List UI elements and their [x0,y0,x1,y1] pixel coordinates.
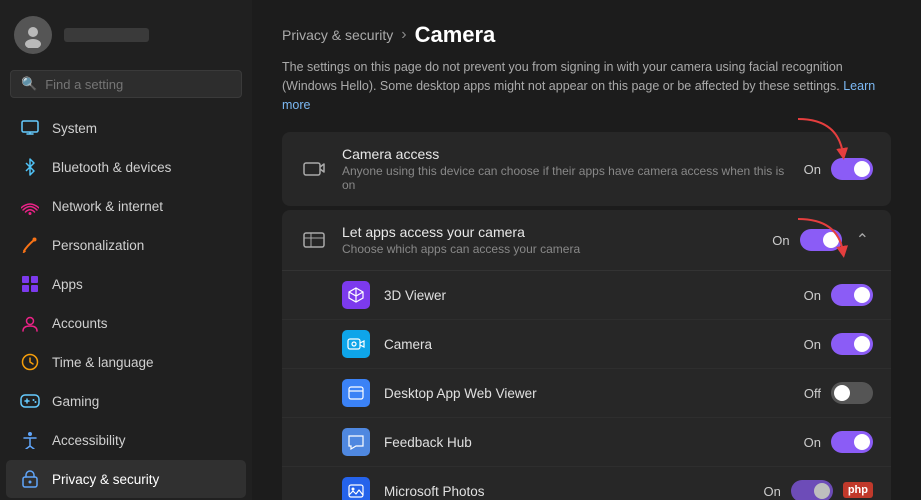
app-toggle-microsoft-photos[interactable] [791,480,833,500]
app-toggle-feedback-hub[interactable] [831,431,873,453]
app-state-feedback-hub: On [804,435,821,450]
app-name-desktop-web-viewer: Desktop App Web Viewer [384,386,790,401]
app-name-feedback-hub: Feedback Hub [384,435,790,450]
app-item-camera: Camera On [282,319,891,368]
network-icon [20,196,40,216]
sidebar-item-bluetooth[interactable]: Bluetooth & devices [6,148,246,186]
expanded-apps-list: 3D Viewer On Camera [282,270,891,500]
app-name-microsoft-photos: Microsoft Photos [384,484,749,499]
bluetooth-icon [20,157,40,177]
microsoft-photos-icon [342,477,370,500]
let-apps-state: On [772,233,789,248]
info-text: The settings on this page do not prevent… [282,58,882,114]
sidebar-item-apps[interactable]: Apps [6,265,246,303]
sidebar-item-accessibility-label: Accessibility [52,433,126,448]
app-state-microsoft-photos: On [763,484,780,499]
sidebar-item-time-label: Time & language [52,355,154,370]
camera-access-card: Camera access Anyone using this device c… [282,132,891,206]
camera-access-title: Camera access [342,146,790,162]
app-state-camera: On [804,337,821,352]
search-bar[interactable]: 🔍 [10,70,242,98]
sidebar-item-gaming[interactable]: Gaming [6,382,246,420]
let-apps-title: Let apps access your camera [342,224,758,240]
gaming-icon [20,391,40,411]
camera-access-state: On [804,162,821,177]
app-item-3d-viewer: 3D Viewer On [282,271,891,319]
sidebar-item-accounts-label: Accounts [52,316,108,331]
account-icon [20,313,40,333]
avatar [14,16,52,54]
let-apps-expand-button[interactable]: ⌃ [852,228,873,252]
nav-list: System Bluetooth & devices Network & in [0,108,252,500]
app-toggle-desktop-web-viewer[interactable] [831,382,873,404]
camera-access-icon [300,155,328,183]
camera-access-toggle[interactable] [831,158,873,180]
search-input[interactable] [45,77,231,92]
let-apps-card: Let apps access your camera Choose which… [282,210,891,500]
app-toggle-camera[interactable] [831,333,873,355]
apps-icon [20,274,40,294]
app-name-3d-viewer: 3D Viewer [384,288,790,303]
app-item-microsoft-photos: Microsoft Photos On php [282,466,891,500]
camera-access-row[interactable]: Camera access Anyone using this device c… [282,132,891,206]
main-content: Privacy & security › Camera The settings… [252,0,921,500]
sidebar-item-network-label: Network & internet [52,199,163,214]
app-name-camera: Camera [384,337,790,352]
breadcrumb: Privacy & security › Camera [282,22,891,48]
sidebar-item-privacy-label: Privacy & security [52,472,159,487]
sidebar-item-time[interactable]: Time & language [6,343,246,381]
breadcrumb-parent[interactable]: Privacy & security [282,27,393,43]
time-icon [20,352,40,372]
privacy-icon [20,469,40,489]
accessibility-icon [20,430,40,450]
sidebar-item-system-label: System [52,121,97,136]
3d-viewer-icon [342,281,370,309]
camera-app-icon [342,330,370,358]
brush-icon [20,235,40,255]
let-apps-icon [300,226,328,254]
app-state-desktop-web-viewer: Off [804,386,821,401]
sidebar-item-system[interactable]: System [6,109,246,147]
app-item-feedback-hub: Feedback Hub On [282,417,891,466]
sidebar-item-accessibility[interactable]: Accessibility [6,421,246,459]
let-apps-desc: Choose which apps can access your camera [342,242,758,256]
sidebar-item-personalization[interactable]: Personalization [6,226,246,264]
php-badge: php [843,482,873,498]
sidebar-item-privacy[interactable]: Privacy & security [6,460,246,498]
breadcrumb-separator: › [401,26,406,44]
user-profile[interactable] [0,0,252,66]
username [64,28,149,42]
sidebar: 🔍 System Bluetooth & devices [0,0,252,500]
monitor-icon [20,118,40,138]
desktop-web-viewer-icon [342,379,370,407]
sidebar-item-network[interactable]: Network & internet [6,187,246,225]
search-icon: 🔍 [21,76,37,92]
app-toggle-3d-viewer[interactable] [831,284,873,306]
let-apps-row[interactable]: Let apps access your camera Choose which… [282,210,891,270]
page-title: Camera [415,22,496,48]
sidebar-item-accounts[interactable]: Accounts [6,304,246,342]
sidebar-item-personalization-label: Personalization [52,238,144,253]
app-item-desktop-web-viewer: Desktop App Web Viewer Off [282,368,891,417]
sidebar-item-apps-label: Apps [52,277,83,292]
camera-access-desc: Anyone using this device can choose if t… [342,164,790,192]
feedback-hub-icon [342,428,370,456]
sidebar-item-bluetooth-label: Bluetooth & devices [52,160,171,175]
app-state-3d-viewer: On [804,288,821,303]
sidebar-item-gaming-label: Gaming [52,394,99,409]
let-apps-toggle[interactable] [800,229,842,251]
